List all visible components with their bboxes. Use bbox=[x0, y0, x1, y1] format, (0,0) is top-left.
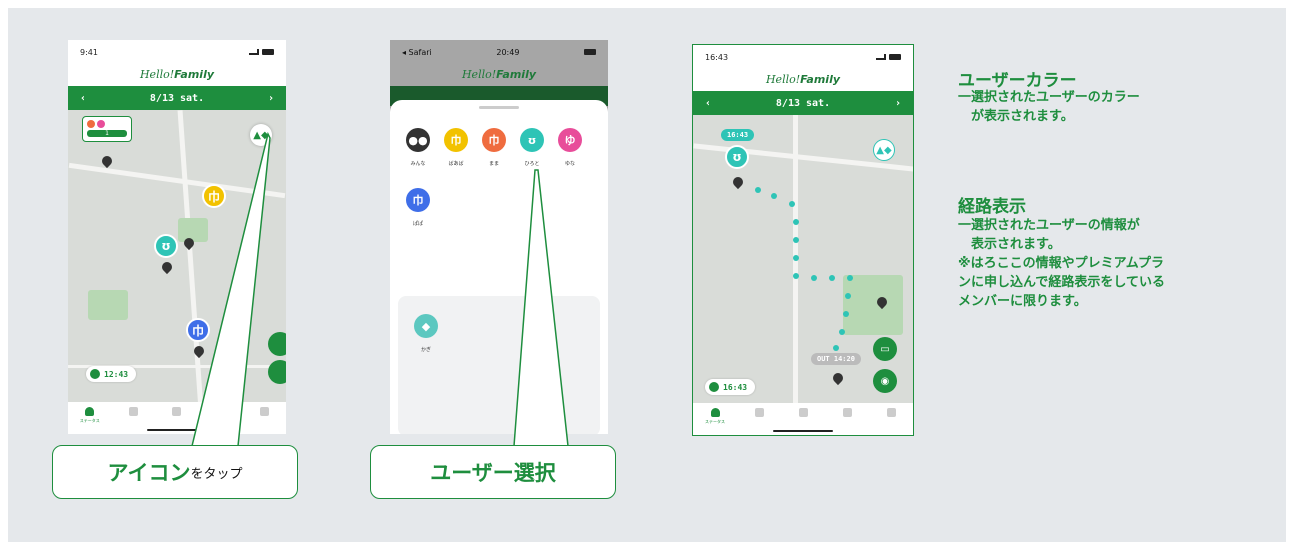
route-display-title: 経路表示 bbox=[958, 197, 1026, 217]
slide-background: 9:41 Hello!Family ‹ 8/13 sat. › 1 巾 ʊ 巾 bbox=[8, 8, 1286, 542]
callout-user-select: ユーザー選択 bbox=[370, 445, 616, 499]
route-display-description: 一選択されたユーザーの情報が 表示されます。 ※はろここの情報やプレミアムプラ … bbox=[958, 218, 1165, 309]
callout-tap-icon: アイコン をタップ bbox=[52, 445, 298, 499]
user-color-description: 一選択されたユーザーのカラー が表示されます。 bbox=[958, 90, 1140, 124]
